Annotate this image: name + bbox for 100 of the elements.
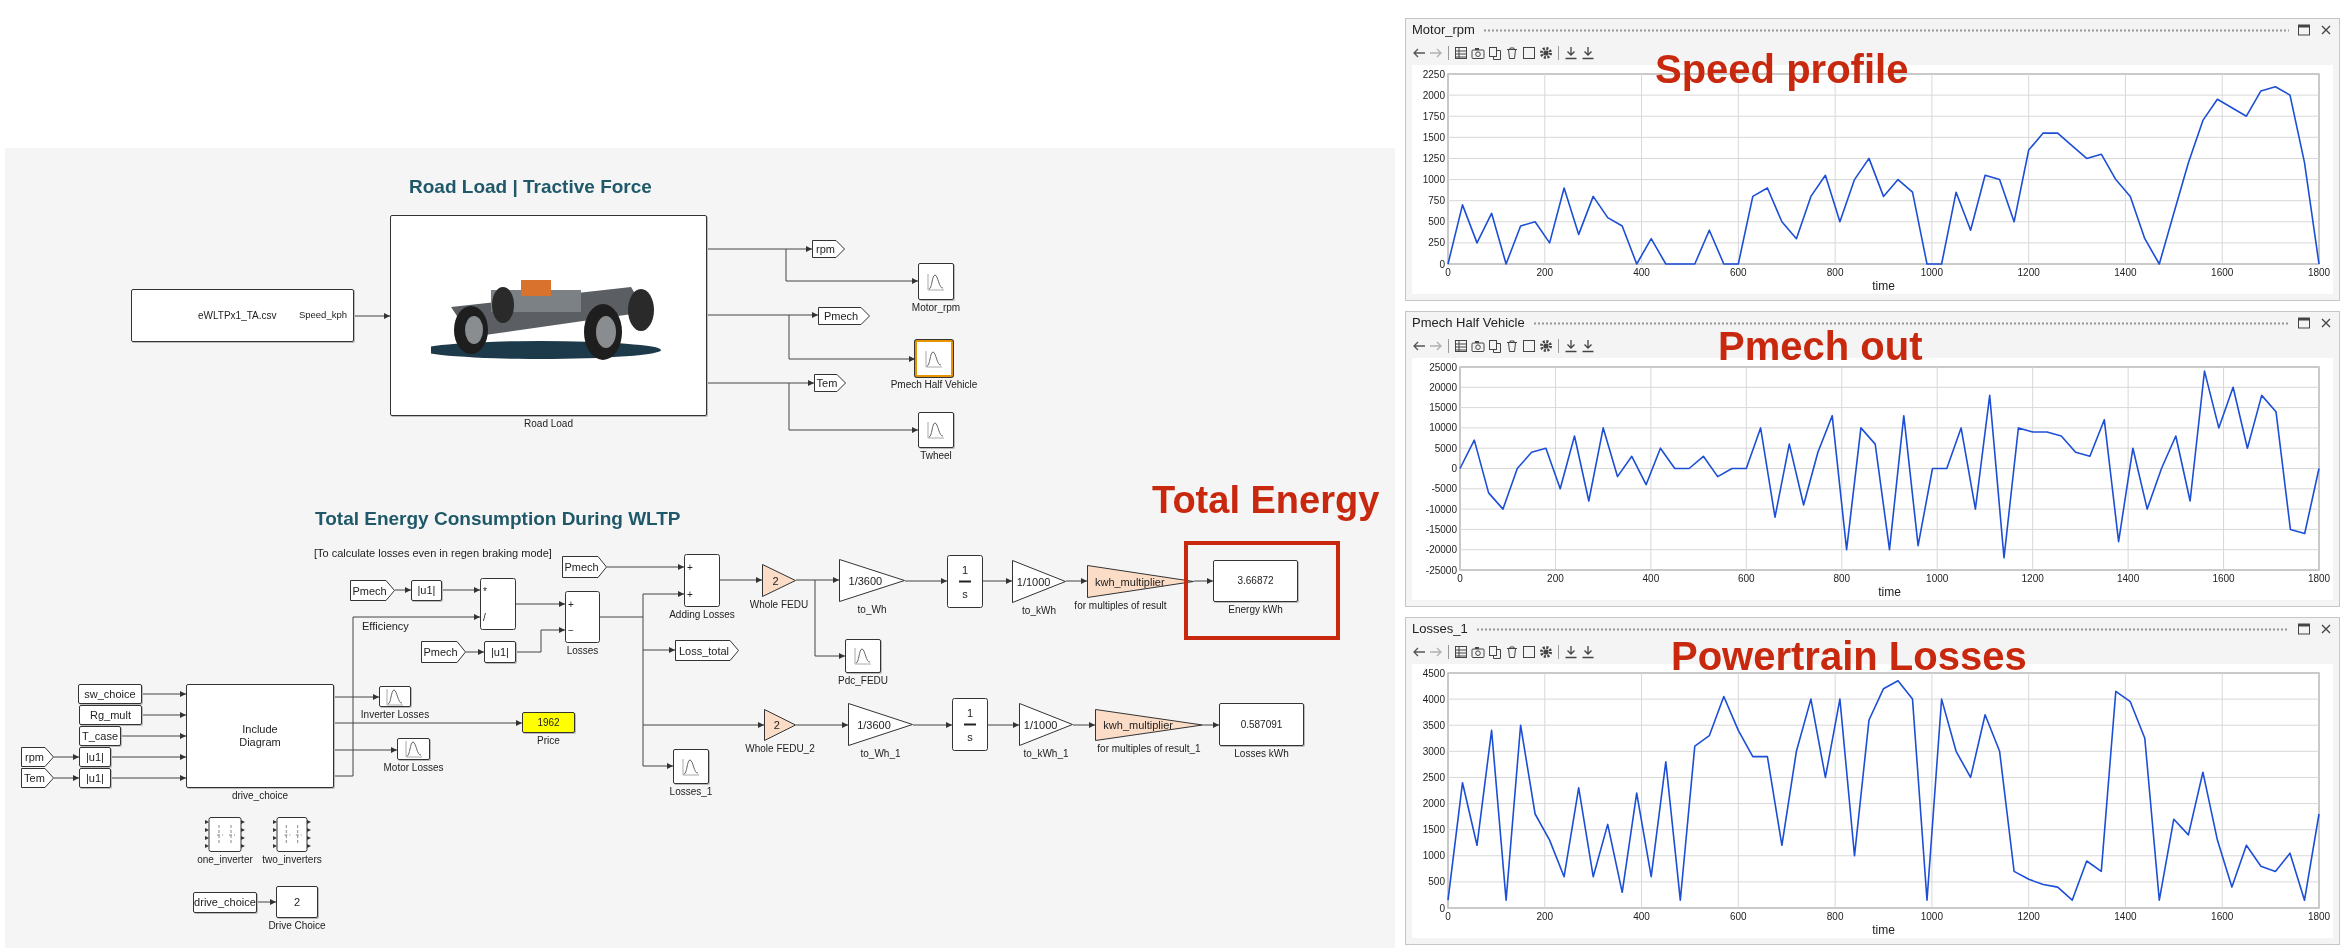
block-label: Drive Choice [268, 920, 326, 931]
signal-line [141, 712, 187, 718]
square-icon[interactable] [1522, 339, 1536, 353]
tick-label: 1000 [1926, 573, 1949, 584]
tick-label: 800 [1826, 267, 1844, 278]
variant-block [205, 817, 245, 852]
axis-title: time [1872, 923, 1895, 937]
tick-label: 2250 [1422, 68, 1445, 80]
trash-icon[interactable] [1505, 46, 1519, 60]
camera-icon[interactable] [1471, 46, 1485, 60]
settings-icon[interactable] [1539, 46, 1553, 60]
settings-icon[interactable] [1539, 645, 1553, 659]
constant-block: 2 [276, 886, 318, 918]
close-icon[interactable] [2319, 316, 2333, 330]
signal-line [515, 601, 566, 607]
back-arrow-icon[interactable] [1412, 339, 1426, 353]
callout-text: Total Energy [1152, 481, 1380, 519]
tick-label: 3000 [1422, 745, 1445, 757]
camera-icon[interactable] [1471, 645, 1485, 659]
block-label: for multiples of result [1074, 600, 1167, 611]
download-icon[interactable] [1581, 645, 1595, 659]
tick-label: 1200 [2021, 573, 2044, 584]
table-icon[interactable] [1454, 46, 1468, 60]
signal-line [441, 587, 481, 593]
signal-line [353, 313, 391, 319]
subsystem-block: Include Diagram [186, 684, 334, 788]
tick-label: 1800 [2307, 573, 2331, 584]
constant-block: sw_choice [78, 684, 142, 704]
block-label: Twheel [920, 450, 952, 461]
constant-block: drive_choice [193, 892, 257, 913]
square-icon[interactable] [1522, 46, 1536, 60]
from-tag: Pmech [421, 641, 466, 663]
close-icon[interactable] [2319, 622, 2333, 636]
tick-label: 5000 [1434, 442, 1457, 454]
tick-label: 4000 [1422, 693, 1445, 705]
sum-block: + − [565, 591, 600, 643]
tick-label: -5000 [1431, 483, 1457, 495]
tick-label: 0 [1457, 573, 1463, 584]
block-label: Whole FEDU [749, 599, 809, 610]
camera-icon[interactable] [1471, 339, 1485, 353]
signal-line [1065, 578, 1088, 584]
block-label: Motor Losses [383, 762, 444, 773]
tick-label: 800 [1833, 573, 1851, 584]
maximize-icon[interactable] [2297, 622, 2311, 636]
display-block: 3.66872 [1213, 560, 1298, 602]
signal-line [53, 754, 80, 760]
window-title: Motor_rpm [1412, 21, 1475, 40]
copy-icon[interactable] [1488, 339, 1502, 353]
tick-label: 1400 [2114, 911, 2137, 922]
tick-label: 400 [1633, 267, 1650, 278]
square-icon[interactable] [1522, 645, 1536, 659]
maximize-icon[interactable] [2297, 23, 2311, 37]
tick-label: 1800 [2307, 267, 2331, 278]
tick-label: 400 [1633, 911, 1650, 922]
settings-icon[interactable] [1539, 339, 1553, 353]
download-icon[interactable] [1581, 46, 1595, 60]
gain-block: 1/3600 [848, 703, 913, 746]
tick-label: 1000 [1920, 911, 1943, 922]
tick-label: 200 [1536, 911, 1554, 922]
tick-label: 500 [1428, 876, 1445, 888]
abs-block: |u1| [79, 747, 111, 767]
tick-label: 600 [1730, 267, 1747, 278]
gain-block: 1/1000 [1012, 560, 1066, 603]
gain-block: kwh_multiplier [1087, 565, 1194, 598]
signal-line [256, 899, 277, 905]
abs-block: |u1| [484, 641, 516, 663]
trash-icon[interactable] [1505, 645, 1519, 659]
tick-label: 2000 [1422, 89, 1445, 101]
tick-label: 2000 [1422, 798, 1445, 810]
back-arrow-icon[interactable] [1412, 46, 1426, 60]
block-label: to_kWh [1022, 605, 1056, 616]
product-block: * / [480, 578, 516, 630]
integrator-block: 1 s [947, 555, 983, 608]
back-arrow-icon[interactable] [1412, 645, 1426, 659]
axis-title: time [1878, 585, 1901, 599]
signal-line [912, 722, 953, 728]
copy-icon[interactable] [1488, 645, 1502, 659]
from-tag: Pmech [562, 556, 607, 578]
block-label: for multiples of result_1 [1097, 743, 1201, 754]
abs-block: |u1| [79, 768, 111, 788]
table-icon[interactable] [1454, 645, 1468, 659]
download-icon[interactable] [1564, 339, 1578, 353]
close-icon[interactable] [2319, 23, 2333, 37]
tick-label: 750 [1428, 195, 1445, 207]
axis-title: time [1872, 279, 1895, 293]
block-label: Price [537, 735, 560, 746]
trash-icon[interactable] [1505, 339, 1519, 353]
maximize-icon[interactable] [2297, 316, 2311, 330]
tick-label: 1000 [1422, 174, 1445, 186]
tick-label: 1000 [1920, 267, 1943, 278]
tick-label: -10000 [1425, 503, 1457, 515]
from-tag: rpm [21, 747, 54, 767]
download-icon[interactable] [1564, 46, 1578, 60]
download-icon[interactable] [1581, 339, 1595, 353]
download-icon[interactable] [1564, 645, 1578, 659]
abs-block: |u1| [411, 580, 442, 601]
tick-label: 1400 [2117, 573, 2140, 584]
table-icon[interactable] [1454, 339, 1468, 353]
integrator-block: 1 s [952, 698, 988, 751]
copy-icon[interactable] [1488, 46, 1502, 60]
